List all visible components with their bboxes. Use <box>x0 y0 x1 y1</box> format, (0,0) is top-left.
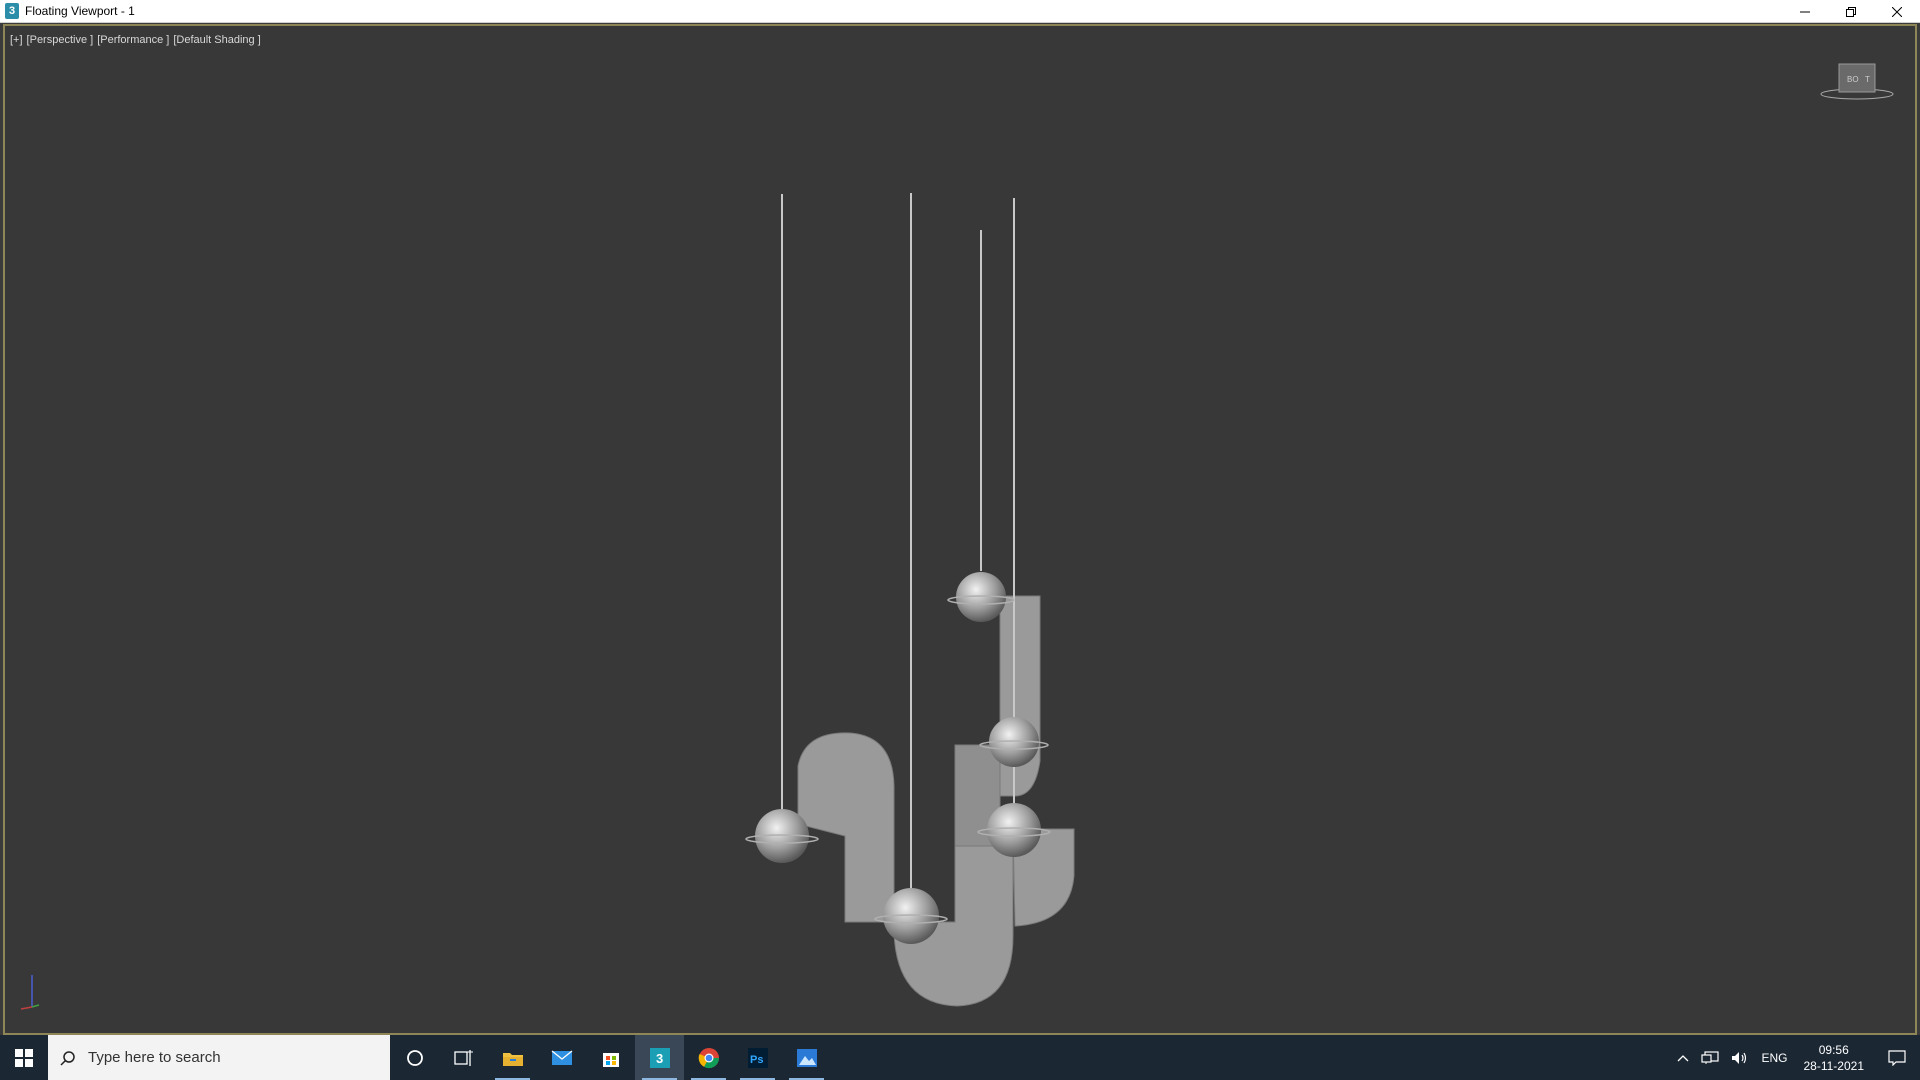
tray-language[interactable]: ENG <box>1755 1051 1793 1065</box>
scene-canvas[interactable] <box>5 26 1915 1033</box>
search-icon <box>60 1050 75 1066</box>
taskbar-store[interactable] <box>586 1035 635 1080</box>
start-button[interactable] <box>0 1035 48 1080</box>
taskbar-3dsmax[interactable]: 3 <box>635 1035 684 1080</box>
svg-text:3: 3 <box>656 1051 663 1066</box>
axis-gizmo <box>20 975 40 1010</box>
folder-icon <box>502 1052 523 1066</box>
clock-time: 09:56 <box>1818 1042 1849 1057</box>
taskbar-photoshop[interactable]: Ps <box>733 1035 782 1080</box>
tray-notifications[interactable] <box>1874 1049 1920 1066</box>
taskbar-mail[interactable] <box>537 1035 586 1080</box>
viewport[interactable]: [+] [Perspective ] [Performance ] [Defau… <box>3 24 1917 1035</box>
tray-overflow[interactable] <box>1671 1053 1695 1063</box>
taskbar-cortana[interactable] <box>390 1035 439 1080</box>
taskbar: Type here to search 3 Ps ENG 09:56 28-11… <box>0 1035 1920 1080</box>
chrome-icon <box>698 1047 719 1068</box>
app-icon: 3 <box>5 3 19 19</box>
windows-icon <box>15 1048 33 1067</box>
title-bar: 3 Floating Viewport - 1 <box>0 0 1920 23</box>
circle-icon <box>406 1049 423 1066</box>
restore-button[interactable] <box>1828 0 1874 23</box>
window-controls <box>1782 0 1920 23</box>
task-view-icon <box>453 1049 473 1066</box>
taskbar-task-view[interactable] <box>439 1035 488 1080</box>
taskbar-file-explorer[interactable] <box>488 1035 537 1080</box>
clock-date: 28-11-2021 <box>1803 1058 1865 1073</box>
window-title: Floating Viewport - 1 <box>25 4 135 18</box>
restore-icon <box>1846 6 1856 17</box>
volume-icon <box>1732 1051 1747 1064</box>
system-tray: ENG 09:56 28-11-2021 <box>1671 1035 1920 1080</box>
search-box[interactable]: Type here to search <box>48 1035 390 1080</box>
pendant-lamp-model[interactable] <box>745 193 1075 1007</box>
3dsmax-icon: 3 <box>649 1047 670 1068</box>
taskbar-photos[interactable] <box>782 1035 831 1080</box>
panel-left-arch <box>797 732 895 923</box>
minimize-icon <box>1800 11 1810 12</box>
close-button[interactable] <box>1874 0 1920 23</box>
store-icon <box>602 1052 619 1067</box>
svg-text:Ps: Ps <box>750 1054 763 1066</box>
notification-icon <box>1888 1049 1906 1066</box>
taskbar-chrome[interactable] <box>684 1035 733 1080</box>
tray-volume[interactable] <box>1725 1051 1755 1065</box>
search-placeholder: Type here to search <box>88 1049 221 1066</box>
close-icon <box>1892 6 1902 17</box>
tray-network[interactable] <box>1695 1050 1725 1065</box>
minimize-button[interactable] <box>1782 0 1828 23</box>
photos-icon <box>796 1048 817 1067</box>
network-icon <box>1701 1050 1720 1064</box>
chevron-up-icon <box>1678 1054 1689 1061</box>
photoshop-icon: Ps <box>747 1047 768 1068</box>
tray-clock[interactable]: 09:56 28-11-2021 <box>1794 1042 1875 1074</box>
mail-icon <box>551 1049 572 1065</box>
